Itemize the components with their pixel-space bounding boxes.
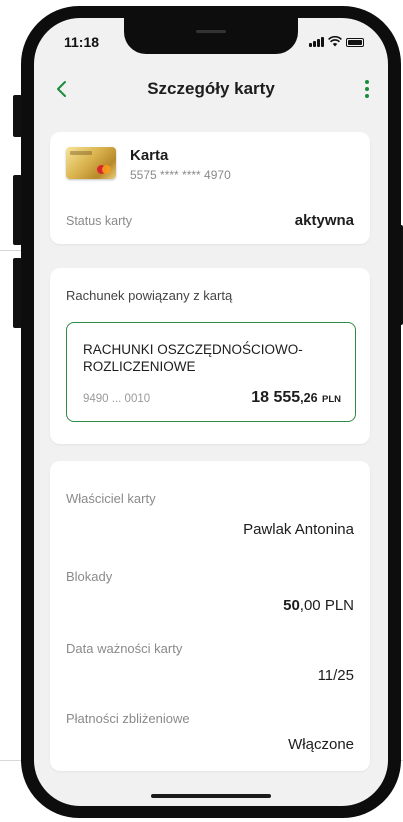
card-name: Karta <box>130 147 169 164</box>
more-options-button[interactable] <box>354 74 380 104</box>
status-icons <box>309 36 364 47</box>
contactless-label: Płatności zbliżeniowe <box>66 711 190 726</box>
phone-notch <box>124 18 298 54</box>
account-balance: 18 555,26 PLN <box>251 389 341 406</box>
account-number: 9490 ... 0010 <box>83 393 151 405</box>
owner-label: Właściciel karty <box>66 491 156 506</box>
more-vertical-icon <box>365 80 369 84</box>
card-number: 5575 **** **** 4970 <box>130 168 231 182</box>
app-header: Szczegóły karty <box>34 68 388 114</box>
wifi-icon <box>328 36 342 47</box>
account-name: RACHUNKI OSZCZĘDNOŚCIOWO-ROZLICZENIOWE <box>83 342 303 374</box>
expiry-label: Data ważności karty <box>66 641 183 656</box>
linked-account-label: Rachunek powiązany z kartą <box>66 288 233 303</box>
blocks-label: Blokady <box>66 569 113 584</box>
speaker-grille <box>196 30 226 33</box>
contactless-value: Włączone <box>288 736 354 753</box>
card-image <box>66 147 116 179</box>
card-details-section: Właściciel karty Pawlak Antonina Blokady… <box>50 461 370 771</box>
card-status-label: Status karty <box>66 214 132 228</box>
page-title: Szczegóły karty <box>147 79 275 98</box>
linked-account-tile[interactable]: RACHUNKI OSZCZĘDNOŚCIOWO-ROZLICZENIOWE 9… <box>66 322 356 422</box>
linked-account-section: Rachunek powiązany z kartą RACHUNKI OSZC… <box>50 268 370 444</box>
battery-icon <box>346 38 364 47</box>
phone-screen: 11:18 Szczegóły karty Karta 5575 **** **… <box>34 18 388 806</box>
card-status-value: aktywna <box>294 212 354 229</box>
signal-icon <box>309 37 324 47</box>
card-summary: Karta 5575 **** **** 4970 Status karty a… <box>50 132 370 244</box>
home-indicator[interactable] <box>151 794 271 798</box>
owner-value: Pawlak Antonina <box>243 521 354 538</box>
expiry-value: 11/25 <box>317 667 354 684</box>
status-time: 11:18 <box>64 34 100 50</box>
blocks-value: 50,00 PLN <box>283 597 354 614</box>
